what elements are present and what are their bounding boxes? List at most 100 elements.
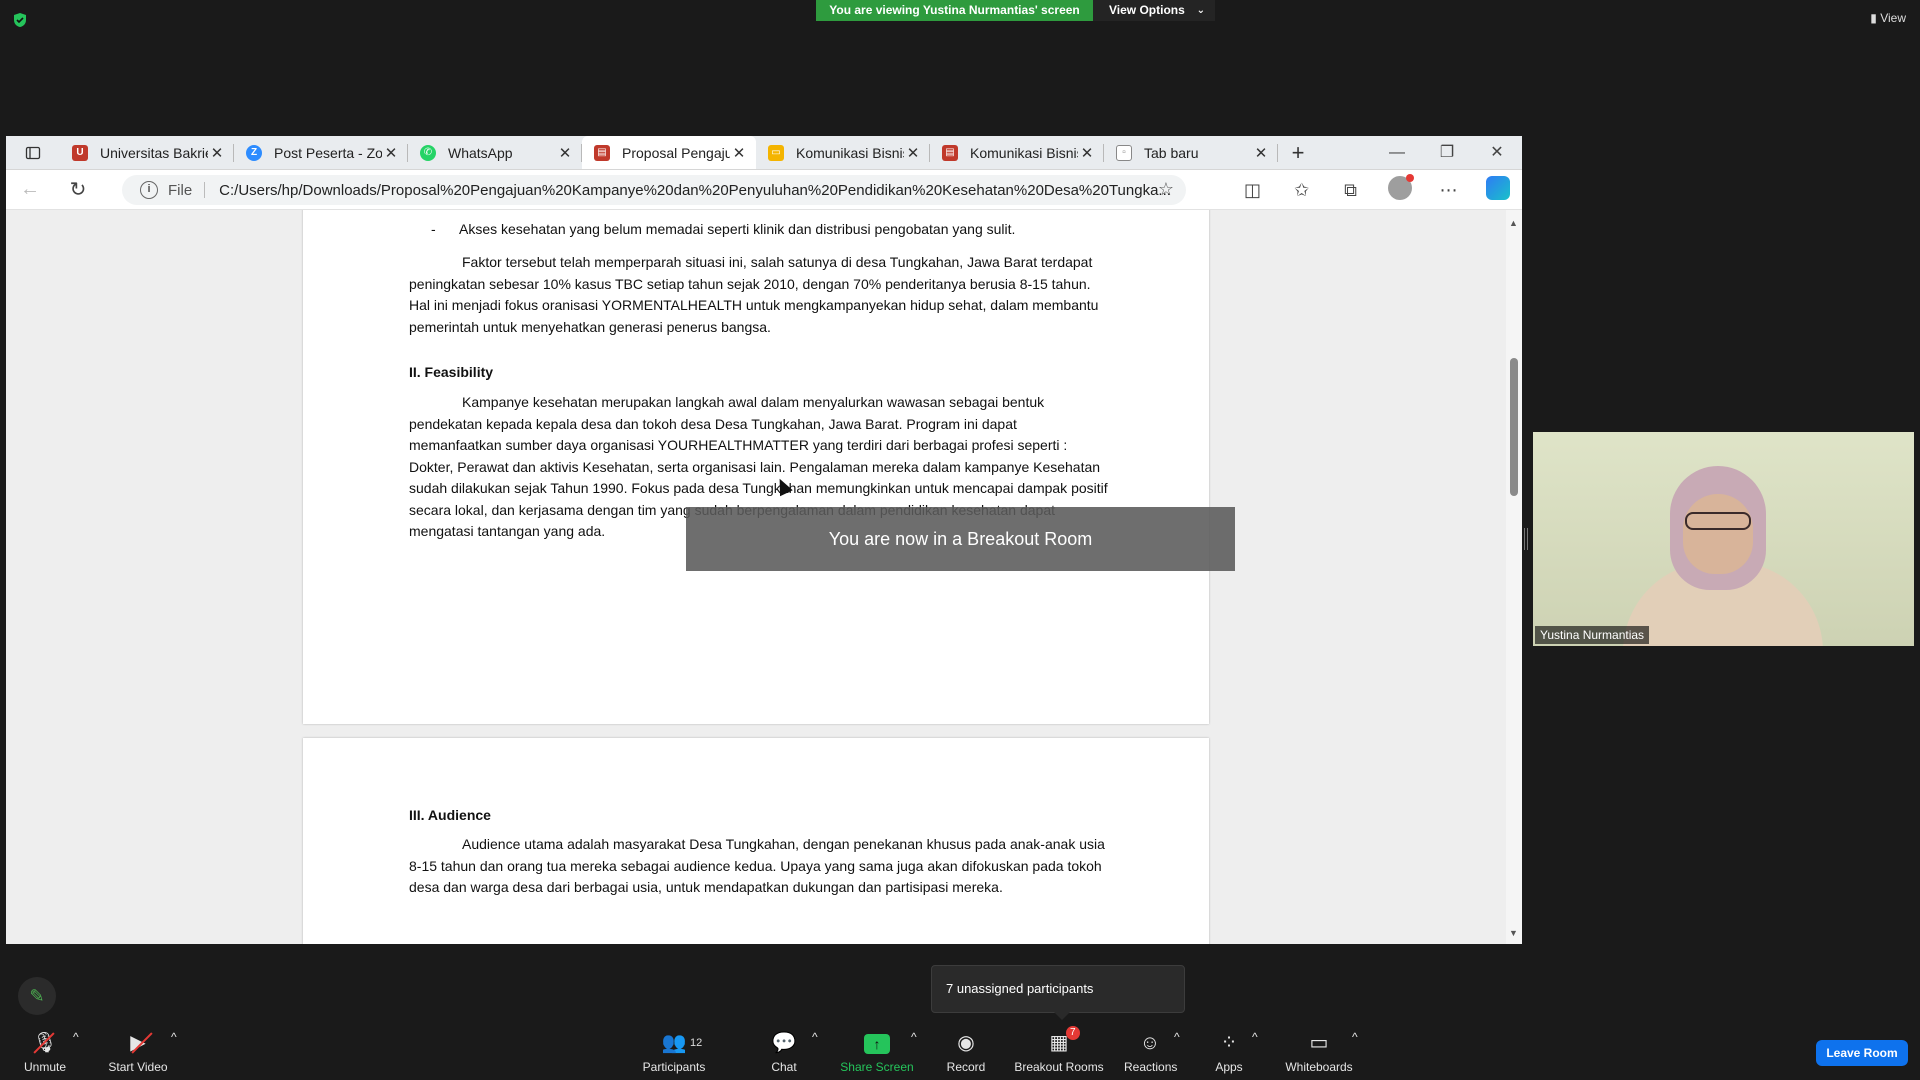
apps-icon: ⁘ (1220, 1032, 1238, 1054)
whiteboards-button[interactable]: ▭ Whiteboards (1284, 1030, 1354, 1074)
chevron-up-icon[interactable]: ^ (171, 1030, 177, 1044)
apps-button[interactable]: ⁘ Apps (1214, 1030, 1244, 1074)
breakout-rooms-button[interactable]: ▦ 7 Breakout Rooms (1014, 1026, 1104, 1074)
tab-universitas-bakrie[interactable]: U Universitas Bakrie ✕ (60, 136, 234, 169)
record-button[interactable]: ◉ Record (944, 1030, 988, 1074)
leave-room-button[interactable]: Leave Room (1816, 1040, 1908, 1066)
tab-title: WhatsApp (448, 144, 513, 161)
close-window-icon[interactable]: ✕ (1472, 136, 1522, 170)
participants-button[interactable]: 👥 12 Participants (642, 1030, 706, 1074)
chevron-down-icon: ⌄ (1196, 5, 1205, 16)
participants-count: 12 (690, 1037, 703, 1049)
url-text[interactable]: C:/Users/hp/Downloads/Proposal%20Pengaju… (219, 182, 1179, 199)
unassigned-tooltip: 7 unassigned participants (931, 965, 1185, 1020)
bullet-text: Akses kesehatan yang belum memadai seper… (459, 221, 1016, 237)
view-button[interactable]: ▮ View (1870, 11, 1906, 25)
start-video-button[interactable]: ▶ Start Video (106, 1030, 170, 1074)
pdf-viewer[interactable]: - Akses kesehatan yang belum memadai sepe… (6, 210, 1522, 944)
newtab-icon: ▫ (1116, 144, 1132, 161)
scroll-up-icon[interactable]: ▲ (1509, 218, 1518, 228)
chevron-up-icon[interactable]: ^ (1252, 1030, 1258, 1044)
paragraph-3: Audience utama adalah masyarakat Desa Tu… (409, 836, 1105, 895)
tab-post-peserta[interactable]: Z Post Peserta - Zoom✕ (234, 136, 408, 169)
more-icon[interactable]: ⋯ (1424, 180, 1473, 201)
close-icon[interactable]: ✕ (382, 144, 400, 162)
back-arrow-icon[interactable]: ← (6, 178, 54, 201)
tab-whatsapp[interactable]: ✆ WhatsApp ✕ (408, 136, 582, 169)
tab-komunikasi-bisnis-1[interactable]: ▭ Komunikasi Bisnis ✕ (756, 136, 930, 169)
whatsapp-icon: ✆ (420, 144, 436, 161)
reactions-button[interactable]: ☺ Reactions (1124, 1030, 1178, 1074)
zoom-icon: Z (246, 144, 262, 161)
chat-label: Chat (771, 1060, 797, 1074)
info-icon[interactable]: i (140, 181, 158, 199)
participant-video[interactable]: Yustina Nurmantias (1533, 432, 1914, 646)
tab-title: Komunikasi Bisnis (796, 144, 904, 161)
restore-icon[interactable]: ❐ (1422, 136, 1472, 170)
star-icon[interactable]: ☆ (1158, 179, 1174, 200)
chevron-up-icon[interactable]: ^ (812, 1030, 818, 1044)
file-label: File (168, 181, 193, 199)
heading-audience: III. Audience (409, 807, 491, 823)
scroll-down-icon[interactable]: ▼ (1509, 928, 1518, 938)
microphone-muted-icon: 🎙 (32, 1032, 58, 1054)
participants-label: Participants (642, 1060, 706, 1074)
reactions-icon: ☺ (1139, 1032, 1161, 1054)
favorites-icon[interactable]: ✩ (1277, 180, 1326, 201)
chevron-up-icon[interactable]: ^ (1352, 1030, 1358, 1044)
chevron-up-icon[interactable]: ^ (73, 1030, 79, 1044)
collections-icon[interactable]: ⧉ (1326, 180, 1375, 201)
apps-label: Apps (1215, 1060, 1243, 1074)
split-screen-icon[interactable]: ◫ (1228, 180, 1277, 201)
chat-button[interactable]: 💬 Chat (766, 1030, 802, 1074)
share-screen-icon: ↑ (864, 1034, 890, 1054)
reactions-label: Reactions (1124, 1060, 1178, 1074)
start-video-label: Start Video (108, 1060, 168, 1074)
split-handle[interactable] (1524, 528, 1528, 550)
participants-icon: 👥 (661, 1032, 687, 1054)
person-glasses (1685, 512, 1751, 530)
chevron-up-icon[interactable]: ^ (911, 1030, 917, 1044)
tab-title: Universitas Bakrie (100, 144, 208, 161)
close-icon[interactable]: ✕ (1252, 144, 1270, 162)
tab-komunikasi-bisnis-2[interactable]: ▤ Komunikasi Bisnis ✕ (930, 136, 1104, 169)
paragraph-1: Faktor tersebut telah memperparah situas… (409, 254, 1099, 335)
browser-toolbar-icons: ◫ ✩ ⧉ ⋯ (1228, 170, 1522, 210)
view-options-label: View Options (1109, 3, 1185, 17)
close-icon[interactable]: ✕ (904, 144, 922, 162)
breakout-toast: You are now in a Breakout Room (686, 507, 1235, 571)
whiteboards-label: Whiteboards (1285, 1060, 1353, 1074)
scrollbar-thumb[interactable] (1510, 358, 1518, 496)
scrollbar[interactable]: ▲ ▼ (1506, 210, 1522, 944)
close-icon[interactable]: ✕ (730, 144, 748, 162)
close-icon[interactable]: ✕ (556, 144, 574, 162)
tab-actions-button[interactable] (6, 136, 60, 169)
window-controls: — ❐ ✕ (1372, 136, 1522, 170)
new-tab-button[interactable]: + (1278, 136, 1318, 169)
url-field[interactable]: i File C:/Users/hp/Downloads/Proposal%20… (122, 175, 1186, 205)
record-icon: ◉ (957, 1032, 975, 1054)
tab-new[interactable]: ▫ Tab baru ✕ (1104, 136, 1278, 169)
reload-icon[interactable]: ↻ (54, 177, 102, 202)
pdf-page: III. Audience Audience utama adalah masy… (303, 738, 1209, 944)
profile-button[interactable] (1375, 173, 1424, 205)
pdf-icon: ▤ (594, 144, 610, 161)
tab-proposal-pengajuan[interactable]: ▤ Proposal Pengajuan✕ (582, 136, 756, 169)
unmute-button[interactable]: 🎙 Unmute (22, 1030, 68, 1074)
pencil-icon: ✎ (29, 985, 45, 1006)
shield-icon[interactable] (12, 12, 28, 28)
tab-title: Komunikasi Bisnis (970, 144, 1078, 161)
copilot-button[interactable] (1473, 175, 1522, 205)
record-label: Record (946, 1060, 986, 1074)
plus-icon: + (1291, 139, 1305, 165)
minimize-icon[interactable]: — (1372, 136, 1422, 170)
view-icon: ▮ (1870, 11, 1881, 25)
close-icon[interactable]: ✕ (1078, 144, 1096, 162)
chevron-up-icon[interactable]: ^ (1174, 1030, 1180, 1044)
annotate-button[interactable]: ✎ (18, 977, 56, 1015)
pdf-icon: ▤ (942, 144, 958, 161)
close-icon[interactable]: ✕ (208, 144, 226, 162)
share-screen-button[interactable]: ↑ Share Screen (840, 1030, 914, 1074)
view-options-button[interactable]: View Options ⌄ (1093, 0, 1215, 21)
slides-icon: ▭ (768, 144, 784, 161)
